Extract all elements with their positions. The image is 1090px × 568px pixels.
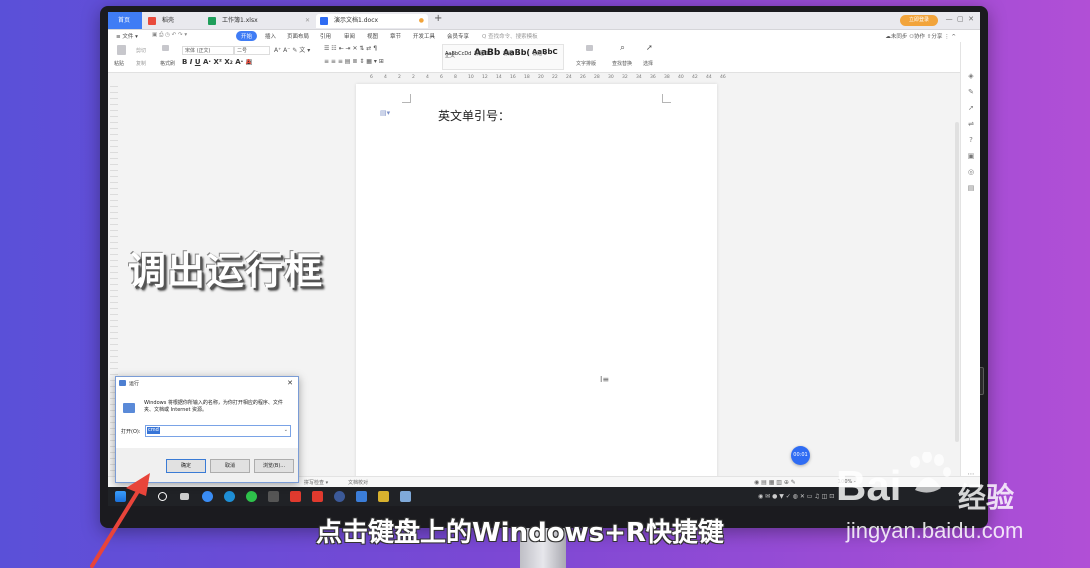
baidu-watermark-text: 经验 — [958, 481, 1015, 514]
tutorial-subtitle: 点击键盘上的Windows+R快捷键 — [316, 518, 724, 548]
baidu-paw-icon — [910, 452, 951, 493]
baidu-watermark-url: jingyan.baidu.com — [846, 518, 1024, 543]
baidu-watermark-logo: Bai — [836, 462, 902, 509]
